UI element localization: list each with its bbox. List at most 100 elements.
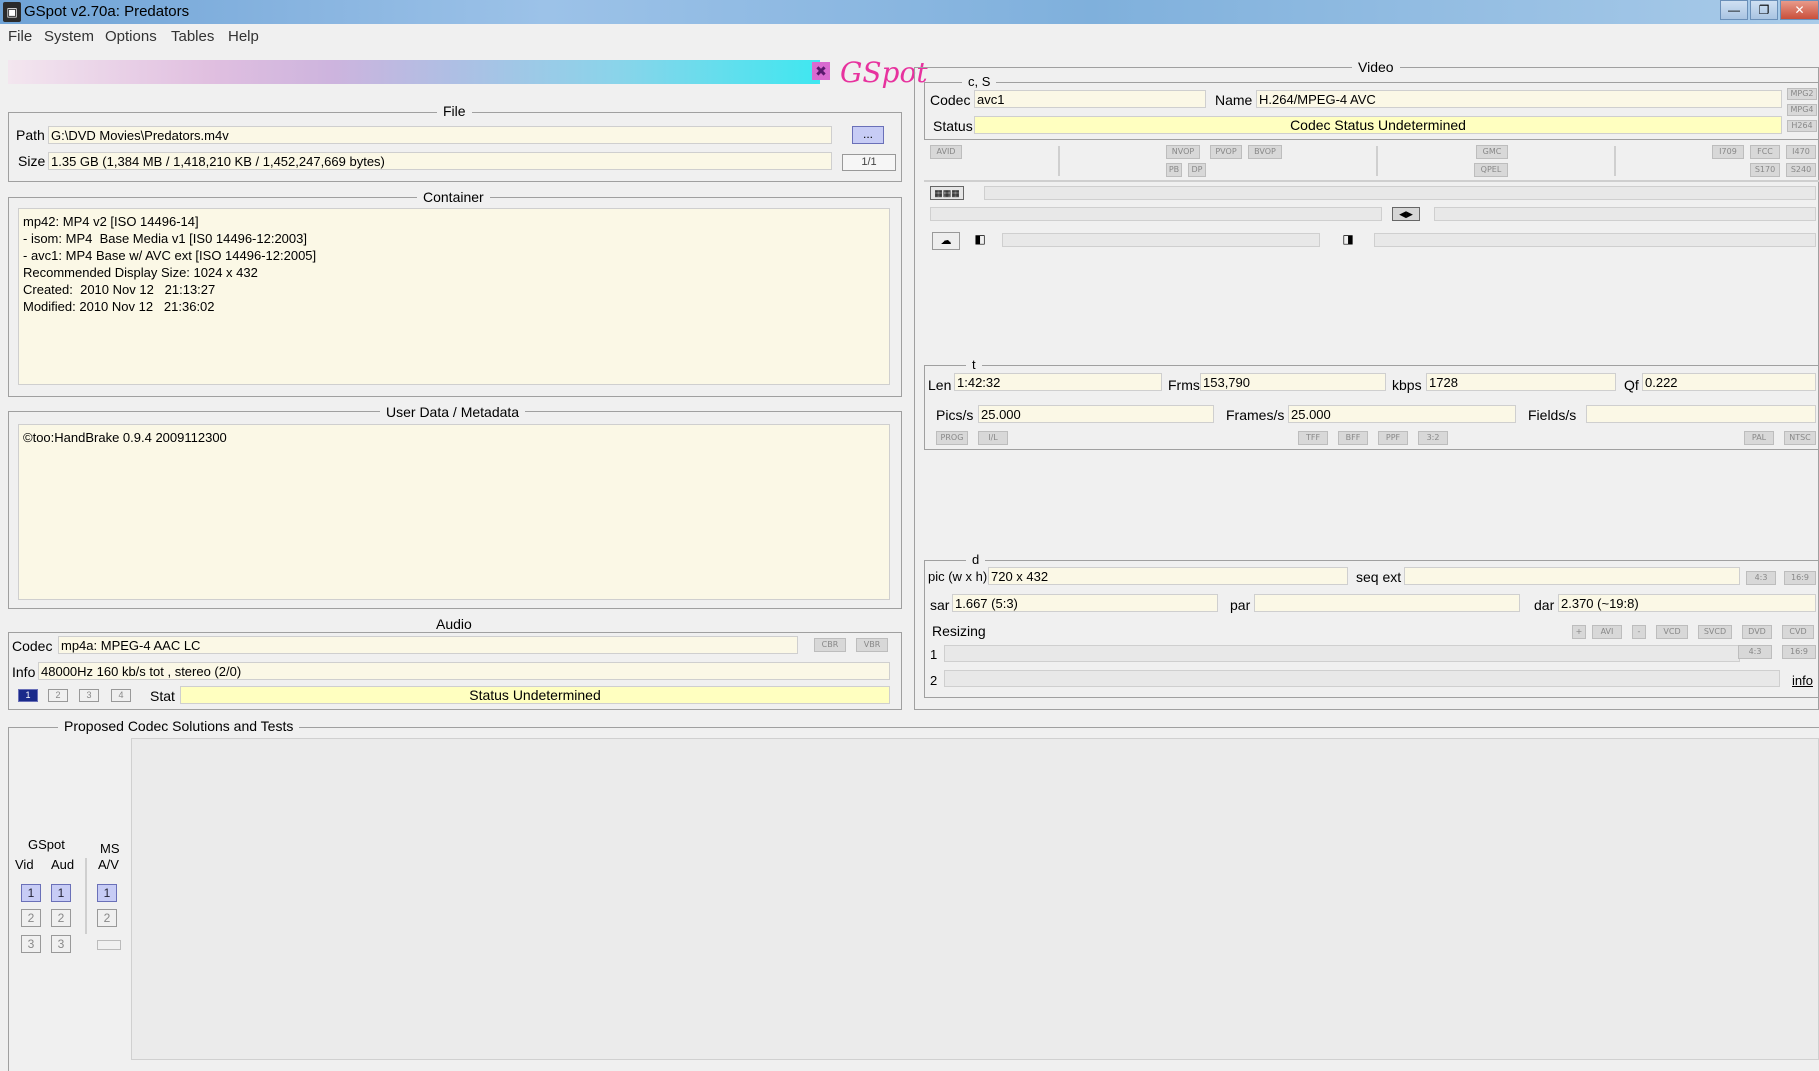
userdata-info: ©too:HandBrake 0.9.4 2009112300 [18,424,890,600]
menu-system[interactable]: System [44,28,94,45]
path-field[interactable]: G:\DVD Movies\Predators.m4v [48,126,832,144]
qf-label: Qf [1624,377,1639,393]
resize-avi[interactable]: AVI [1592,625,1622,639]
fields-field [1586,405,1816,423]
audio-codec-label: Codec [12,638,53,654]
flag-dp: DP [1188,163,1206,177]
ms-solution-2[interactable]: 2 [97,909,117,927]
info-link[interactable]: info [1792,673,1813,688]
fps-icon[interactable]: ▦▦▦ [930,186,964,200]
path-label: Path [16,127,45,143]
cs-legend: c, S [962,74,997,89]
aud-solution-1[interactable]: 1 [51,884,71,902]
flag-gmc: GMC [1476,145,1508,159]
maximize-button[interactable]: ❐ [1750,0,1778,20]
vid-solution-3[interactable]: 3 [21,935,41,953]
resize-row-2 [944,670,1780,687]
frame-bar-2 [1374,233,1816,247]
divider [1376,146,1378,176]
flag-s240: S240 [1786,163,1816,177]
aud-solution-3[interactable]: 3 [51,935,71,953]
resizing-label: Resizing [932,623,986,639]
flag-avid: AVID [930,145,962,159]
pics-field: 25.000 [978,405,1214,423]
audio-info-field: 48000Hz 160 kb/s tot , stereo (2/0) [38,662,890,680]
resize-minus[interactable]: - [1632,625,1646,639]
flag-fcc: FCC [1750,145,1780,159]
audio-stream-4[interactable]: 4 [111,689,131,702]
video-status-field: Codec Status Undetermined [974,116,1782,134]
vid-solution-1[interactable]: 1 [21,884,41,902]
browse-button[interactable]: ... [852,126,884,144]
resize-dvd[interactable]: DVD [1742,625,1772,639]
ms-solution-empty[interactable] [97,940,121,950]
flag-i470: I470 [1786,145,1816,159]
audio-stream-3[interactable]: 3 [79,689,99,702]
resize-vcd[interactable]: VCD [1656,625,1688,639]
image-icon[interactable]: ☁ [932,232,960,250]
vid-solution-2[interactable]: 2 [21,909,41,927]
audio-stream-1[interactable]: 1 [18,689,38,702]
flag-nvop: NVOP [1166,145,1200,159]
resize-169-tag: 16:9 [1782,645,1816,659]
qf-field: 0.222 [1642,373,1816,391]
swap-icon[interactable]: ◀▶ [1392,207,1420,221]
video-legend: Video [1352,59,1400,75]
title-bar: ▣ GSpot v2.70a: Predators — ❐ ✕ [0,0,1819,24]
aud-solution-2[interactable]: 2 [51,909,71,927]
frame-end-icon[interactable]: ◨ [1332,232,1364,248]
file-panel [8,112,902,182]
flag-pal: PAL [1744,431,1774,445]
menu-options[interactable]: Options [105,28,157,45]
len-label: Len [928,377,952,393]
frms-field: 153,790 [1200,373,1386,391]
stream-bar-2 [930,207,1382,221]
stream-bar-1 [984,186,1816,200]
resize-svcd[interactable]: SVCD [1698,625,1732,639]
video-name-field: H.264/MPEG-4 AVC [1256,90,1782,108]
clear-icon[interactable]: ✖ [812,62,830,80]
frames-field: 25.000 [1288,405,1516,423]
flag-ppf: PPF [1378,431,1408,445]
seqext-label: seq ext [1356,569,1402,585]
d-legend: d [966,552,986,567]
frms-label: Frms [1168,377,1200,393]
resize-43-tag: 4:3 [1738,645,1772,659]
resize-cvd[interactable]: CVD [1782,625,1814,639]
cbr-flag: CBR [814,638,846,652]
divider [1058,146,1060,176]
sar-field: 1.667 (5:3) [952,594,1218,612]
t-legend: t [966,357,982,372]
page-indicator[interactable]: 1/1 [842,154,896,171]
flag-prog: PROG [936,431,968,445]
resize-plus[interactable]: + [1572,625,1586,639]
flag-i709: I709 [1712,145,1744,159]
resize-row-2-label: 2 [930,673,938,688]
flag-qpel: QPEL [1474,163,1508,177]
window-title: GSpot v2.70a: Predators [24,3,190,20]
stream-bar-3 [1434,207,1816,221]
minimize-button[interactable]: — [1720,0,1748,20]
frame-start-icon[interactable]: ◧ [969,232,991,248]
pic-label: pic (w x h) [928,569,988,584]
audio-stat-label: Stat [150,688,175,704]
tag-mpg4: MPG4 [1787,104,1817,116]
flag-ntsc: NTSC [1784,431,1816,445]
video-codec-label: Codec [930,92,971,108]
tag-mpg2: MPG2 [1787,88,1817,100]
close-button[interactable]: ✕ [1780,0,1819,20]
dar-label: dar [1534,597,1555,613]
menu-help[interactable]: Help [228,28,259,45]
tag-h264: H264 [1787,120,1817,132]
proposed-legend: Proposed Codec Solutions and Tests [58,718,300,734]
flag-tff: TFF [1298,431,1328,445]
container-info: mp42: MP4 v2 [ISO 14496-14] - isom: MP4 … [18,208,890,385]
flag-s170: S170 [1750,163,1780,177]
pics-label: Pics/s [936,407,974,423]
audio-stream-2[interactable]: 2 [48,689,68,702]
ar-43-tag: 4:3 [1746,571,1776,585]
menu-file[interactable]: File [8,28,32,45]
menu-tables[interactable]: Tables [171,28,214,45]
ms-solution-1[interactable]: 1 [97,884,117,902]
audio-status-field: Status Undetermined [180,686,890,704]
